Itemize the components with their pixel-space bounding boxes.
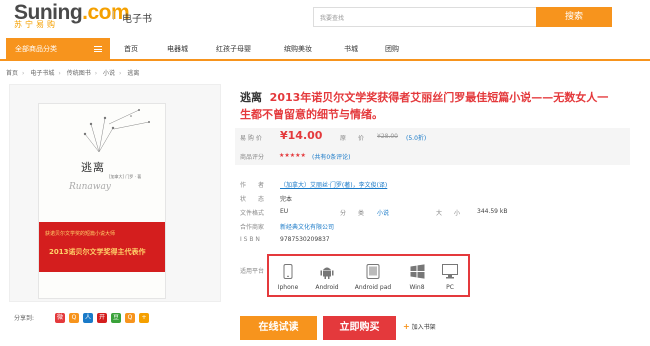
breadcrumb-home[interactable]: 首页: [6, 70, 18, 77]
platform-android: Android: [313, 264, 341, 291]
breadcrumb-separator: ›: [94, 70, 98, 77]
breadcrumb-traditional[interactable]: 传统图书: [67, 70, 91, 77]
kaixin-share-icon[interactable]: 开: [97, 313, 107, 323]
breadcrumb-fiction[interactable]: 小说: [103, 70, 115, 77]
rating-label: 商品评分: [240, 154, 265, 161]
monitor-icon: [442, 264, 458, 279]
more-share-icon[interactable]: +: [139, 313, 149, 323]
windows-icon: [410, 264, 424, 279]
platform-android-pad: Android pad: [352, 264, 394, 291]
buy-now-button[interactable]: 立即购买: [323, 316, 396, 340]
publisher-label: 合作商家: [240, 224, 265, 231]
product-headline: 2013年诺贝尔文学奖获得者艾丽丝门罗最佳短篇小说——无数女人一生都不曾留意的细…: [240, 91, 609, 121]
nav-item-books[interactable]: 书城: [344, 38, 358, 61]
platform-label: 适用平台: [240, 268, 265, 275]
nav-item-electronics[interactable]: 电器城: [167, 38, 188, 61]
cover-banner-line2: 2013诺贝尔文学奖得主代表作: [49, 248, 146, 256]
cover-title-en: Runaway: [69, 182, 111, 192]
all-categories-label: 全部商品分类: [15, 45, 57, 53]
nav-item-baby[interactable]: 红孩子母婴: [216, 38, 251, 61]
renren-share-icon[interactable]: 人: [83, 313, 93, 323]
header-divider: |: [112, 11, 116, 21]
all-categories-button[interactable]: 全部商品分类: [6, 38, 110, 61]
reviews-link[interactable]: (共有0条评论): [312, 152, 351, 161]
nav-item-home[interactable]: 首页: [124, 38, 138, 61]
cover-title: 逃离: [81, 161, 105, 174]
breadcrumb-separator: ›: [22, 70, 25, 77]
cover-banner-line1: 获诺贝尔文学奖的短篇小说大师: [45, 231, 116, 237]
publisher-link[interactable]: 新经典文化有限公司: [280, 222, 334, 231]
book-cover[interactable]: 逃离 [加拿大] 门罗 · 著 Runaway 获诺贝尔文学奖的短篇小说大师 2…: [38, 103, 166, 299]
platform-pc: PC: [439, 264, 461, 291]
isbn-value: 9787530209837: [280, 236, 330, 243]
filesize-value: 344.59 kB: [477, 208, 508, 215]
platform-win8: Win8: [405, 264, 429, 291]
breadcrumb-separator: ›: [58, 70, 61, 77]
tablet-icon: [366, 264, 380, 279]
share-label: 分享到:: [14, 315, 35, 322]
breadcrumb-separator: ›: [119, 70, 122, 77]
category-label: 分 类: [340, 210, 365, 217]
product-title: 逃离 2013年诺贝尔文学奖获得者艾丽丝门罗最佳短篇小说——无数女人一生都不曾留…: [240, 89, 610, 123]
platform-label-win8: Win8: [409, 284, 425, 291]
add-to-shelf-button[interactable]: + 加入书架: [403, 322, 436, 331]
nav-item-groupbuy[interactable]: 团购: [385, 38, 399, 61]
main-nav: 全部商品分类 首页 电器城 红孩子母婴 缤购美妆 书城 团购: [0, 38, 650, 61]
qzone-share-icon[interactable]: Q: [69, 313, 79, 323]
isbn-label: I S B N: [240, 236, 260, 243]
android-icon: [320, 267, 334, 279]
platform-iphone: Iphone: [277, 264, 299, 291]
price-label: 易 购 价: [240, 135, 262, 142]
menu-icon: [94, 46, 102, 52]
add-to-shelf-label: 加入书架: [411, 324, 436, 331]
iphone-icon: [283, 264, 293, 279]
platform-label-android-pad: Android pad: [354, 284, 392, 291]
cover-red-banner: 获诺贝尔文学奖的短篇小说大师 2013诺贝尔文学奖得主代表作: [39, 222, 165, 272]
filesize-label: 大 小: [436, 210, 461, 217]
tqq-share-icon[interactable]: Q: [125, 313, 135, 323]
platform-label-pc: PC: [446, 284, 454, 291]
dandelion-illustration: [83, 109, 150, 153]
rating-stars: ★★★★★: [279, 152, 306, 159]
logo-subtitle: 苏宁易购: [14, 20, 58, 29]
discount: (5.0折): [406, 135, 427, 142]
read-online-button[interactable]: 在线试读: [240, 316, 317, 340]
category-link[interactable]: 小说: [377, 208, 389, 217]
breadcrumb-current: 逃离: [127, 70, 140, 77]
status-value: 完本: [280, 196, 293, 203]
author-label: 作 者: [240, 182, 265, 189]
site-header: Suning.com 苏宁易购 | 电子书 我要查找 搜索: [0, 0, 650, 36]
section-title: 电子书: [122, 14, 152, 25]
cover-authors: [加拿大] 门罗 · 著: [109, 174, 142, 179]
breadcrumb-ebooks[interactable]: 电子书城: [30, 70, 54, 77]
breadcrumb: 首页 › 电子书城 › 传统图书 › 小说 › 逃离: [6, 68, 143, 77]
format-label: 文件格式: [240, 210, 265, 217]
current-price: ¥14.00: [280, 129, 323, 142]
platform-label-iphone: Iphone: [277, 284, 299, 291]
nav-item-beauty[interactable]: 缤购美妆: [284, 38, 312, 61]
original-price-label: 原 价: [340, 135, 365, 142]
product-name: 逃离: [240, 91, 262, 104]
status-label: 状 态: [240, 196, 265, 203]
platform-label-android: Android: [315, 284, 339, 291]
plus-icon: +: [403, 322, 410, 331]
douban-share-icon[interactable]: 豆: [111, 313, 121, 323]
search-input[interactable]: 我要查找: [313, 7, 536, 27]
search-button[interactable]: 搜索: [536, 7, 612, 27]
weibo-share-icon[interactable]: 微: [55, 313, 65, 323]
original-price: ¥28.00: [377, 133, 398, 140]
author-link[interactable]: （加拿大）艾丽丝·门罗(著)，李文俊(译): [280, 180, 387, 189]
format-value: EU: [280, 208, 289, 215]
